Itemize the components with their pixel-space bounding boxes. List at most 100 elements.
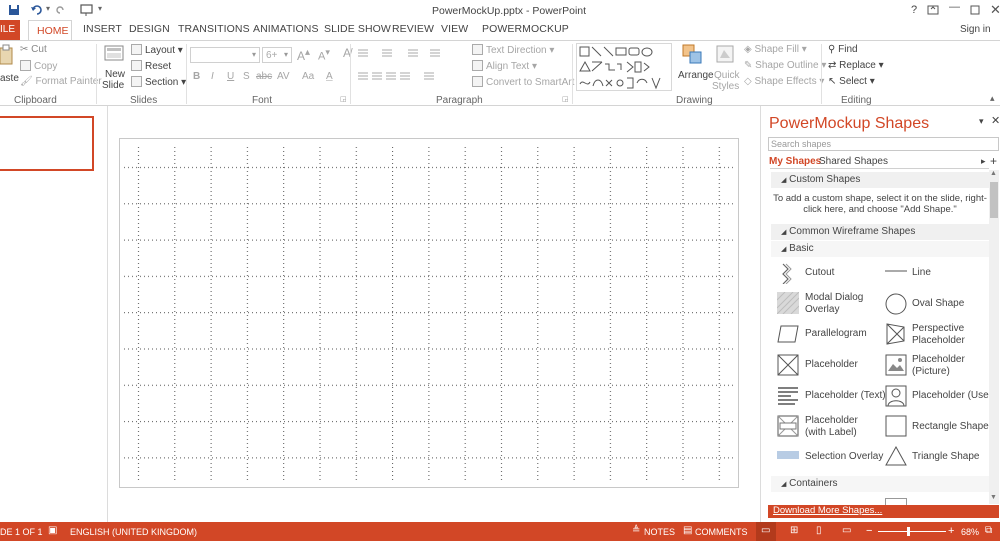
dialog-launcher-icon[interactable]: ◲ (562, 95, 569, 103)
add-library-icon[interactable]: + (990, 154, 997, 168)
shadow-button[interactable]: S (243, 71, 250, 82)
bold-button[interactable]: B (193, 71, 200, 82)
tab-my-shapes[interactable]: My Shapes (769, 156, 821, 167)
quick-styles-label[interactable]: Quick (714, 70, 740, 81)
start-from-beginning-icon[interactable] (80, 3, 94, 17)
new-slide-icon[interactable] (104, 45, 124, 63)
scroll-down-icon[interactable]: ▼ (990, 494, 997, 501)
replace-button[interactable]: ⇄ Replace ▾ (828, 60, 884, 71)
tab-design[interactable]: DESIGN (129, 23, 170, 35)
undo-dropdown-icon[interactable]: ▾ (46, 4, 50, 13)
reading-view-icon[interactable]: ▯ (816, 525, 822, 536)
tab-transitions[interactable]: TRANSITIONS (178, 23, 250, 35)
tab-shared-shapes[interactable]: Shared Shapes (819, 156, 888, 167)
cut-button[interactable]: ✂ Cut (20, 44, 47, 55)
download-more-shapes-link[interactable]: Download More Shapes... (773, 505, 882, 516)
zoom-out-icon[interactable]: − (866, 525, 872, 537)
italic-button[interactable]: I (211, 71, 214, 82)
save-icon[interactable] (8, 4, 20, 16)
normal-view-button[interactable]: ▭ (756, 522, 776, 541)
section-custom-shapes[interactable]: ◢ Custom Shapes (771, 172, 989, 188)
minimize-icon[interactable]: — (949, 1, 960, 13)
slide-show-icon[interactable]: ▭ (842, 525, 851, 536)
char-spacing-button[interactable]: AV (277, 71, 290, 82)
font-color-button[interactable]: A (326, 71, 333, 82)
ribbon-display-options-icon[interactable] (927, 5, 939, 15)
align-text-button[interactable]: Align Text ▾ (472, 60, 537, 72)
section-wireframe-shapes[interactable]: ◢ Common Wireframe Shapes (771, 224, 989, 240)
language-indicator[interactable]: ENGLISH (UNITED KINGDOM) (70, 527, 197, 537)
text-direction-button[interactable]: Text Direction ▾ (472, 44, 554, 56)
strikethrough-button[interactable]: abc (256, 71, 272, 82)
tab-view[interactable]: VIEW (441, 23, 468, 35)
comments-icon[interactable]: ▤ (683, 525, 692, 536)
notes-button[interactable]: NOTES (644, 527, 675, 537)
underline-button[interactable]: U (227, 71, 234, 82)
quick-styles-label-2[interactable]: Styles (712, 81, 739, 92)
close-icon[interactable]: ✕ (990, 2, 1000, 18)
customize-toolbar-icon[interactable]: ▾ (98, 4, 102, 13)
font-size-select[interactable]: 6+ ▾ (262, 47, 292, 63)
maximize-icon[interactable] (970, 5, 980, 15)
shapes-gallery[interactable] (576, 43, 672, 91)
select-button[interactable]: ↖ Select ▾ (828, 76, 875, 87)
sign-in-link[interactable]: Sign in (960, 24, 991, 35)
dialog-launcher-icon[interactable]: ◲ (340, 95, 347, 103)
slide-canvas[interactable] (119, 138, 739, 488)
zoom-in-icon[interactable]: + (948, 525, 954, 537)
tab-slide-show[interactable]: SLIDE SHOW (324, 23, 391, 35)
shape-outline-button[interactable]: ✎ Shape Outline ▾ (744, 60, 826, 71)
paste-icon[interactable] (0, 44, 14, 70)
format-painter-button[interactable]: 🖌 Format Painter (20, 76, 102, 87)
modal-overlay-icon (777, 292, 799, 314)
arrange-icon[interactable] (682, 44, 704, 68)
collapse-ribbon-icon[interactable]: ▴ (990, 93, 995, 104)
reset-button[interactable]: Reset (131, 60, 171, 72)
paste-button-label[interactable]: aste (0, 73, 19, 84)
redo-icon[interactable] (56, 5, 66, 15)
tab-home[interactable]: HOME (28, 20, 72, 41)
section-button[interactable]: Section ▾ (131, 76, 186, 88)
search-shapes-input[interactable]: Search shapes (768, 137, 999, 151)
zoom-slider-thumb[interactable] (907, 527, 910, 536)
convert-smartart-button[interactable]: Convert to SmartArt ▾ (472, 76, 582, 88)
increase-font-icon[interactable]: A▴ (297, 47, 310, 63)
tab-file[interactable]: ILE (0, 20, 20, 40)
change-case-button[interactable]: Aa (302, 71, 314, 82)
spellcheck-icon[interactable]: ▣ (48, 525, 57, 536)
notes-icon[interactable]: ≜ (632, 525, 640, 536)
tab-animations[interactable]: ANIMATIONS (253, 23, 319, 35)
font-name-select[interactable]: ▾ (190, 47, 260, 63)
slide-thumbnail[interactable] (0, 116, 94, 171)
fit-to-window-icon[interactable]: ⧉ (985, 525, 992, 536)
decrease-font-icon[interactable]: A▾ (318, 47, 330, 63)
section-containers[interactable]: ◢ Containers (771, 476, 989, 492)
new-slide-label[interactable]: New (105, 69, 125, 80)
pane-scrollbar[interactable]: ▲ ▼ (989, 170, 999, 504)
new-slide-label-2[interactable]: Slide (102, 80, 124, 91)
download-more-shapes-bar[interactable]: Download More Shapes... (768, 505, 999, 518)
undo-icon[interactable] (30, 4, 44, 16)
tab-powermockup[interactable]: POWERMOCKUP (482, 23, 569, 35)
slide-sorter-icon[interactable]: ⊞ (790, 525, 798, 536)
paragraph-buttons-icon[interactable] (356, 46, 466, 96)
tab-review[interactable]: REVIEW (392, 23, 434, 35)
quick-styles-icon[interactable] (715, 44, 737, 68)
help-icon[interactable]: ? (911, 4, 917, 16)
zoom-level[interactable]: 68% (961, 527, 979, 537)
tab-insert[interactable]: INSERT (83, 23, 122, 35)
zoom-slider[interactable] (878, 531, 946, 532)
find-button[interactable]: ⚲ Find (828, 44, 858, 55)
copy-button[interactable]: Copy (20, 60, 57, 72)
pane-arrow-icon[interactable]: ▸ (981, 156, 986, 167)
scrollbar-thumb[interactable] (990, 182, 998, 218)
layout-button[interactable]: Layout ▾ (131, 44, 183, 56)
pane-options-icon[interactable]: ▾ (979, 116, 984, 127)
arrange-button-label[interactable]: Arrange (678, 70, 714, 81)
comments-button[interactable]: COMMENTS (695, 527, 748, 537)
scroll-up-icon[interactable]: ▲ (990, 170, 997, 177)
shape-fill-button[interactable]: ◈ Shape Fill ▾ (744, 44, 807, 55)
section-basic[interactable]: ◢ Basic (771, 241, 989, 257)
pane-close-icon[interactable]: ✕ (991, 114, 1000, 127)
shape-effects-button[interactable]: ◇ Shape Effects ▾ (744, 76, 824, 87)
